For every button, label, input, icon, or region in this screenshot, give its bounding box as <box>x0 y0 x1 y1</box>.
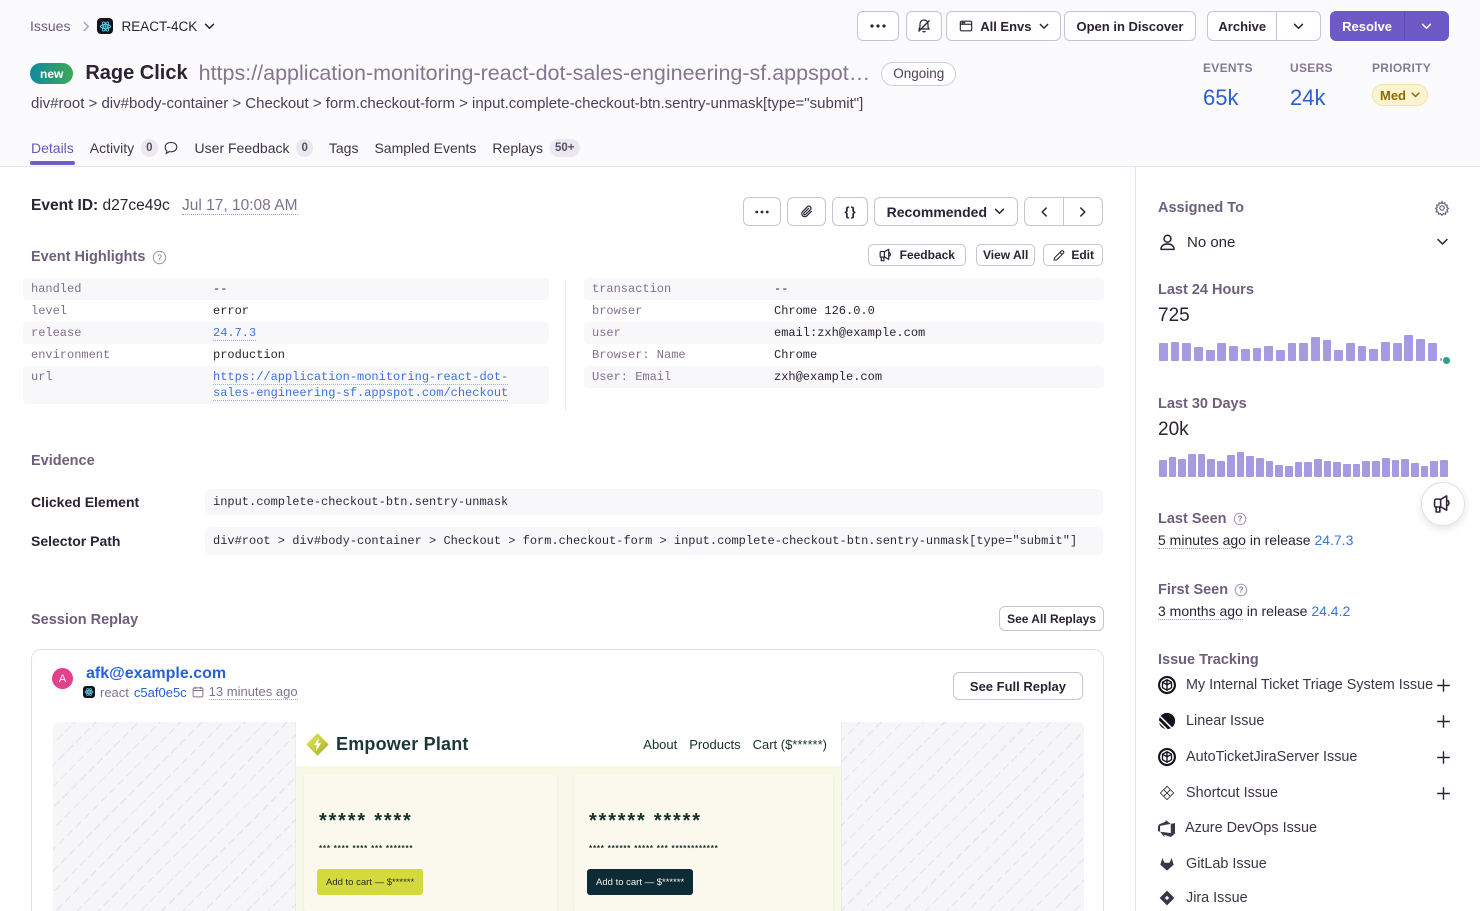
svg-text:?: ? <box>1239 586 1244 595</box>
svg-text:?: ? <box>158 252 163 262</box>
svg-text:?: ? <box>1237 515 1242 524</box>
